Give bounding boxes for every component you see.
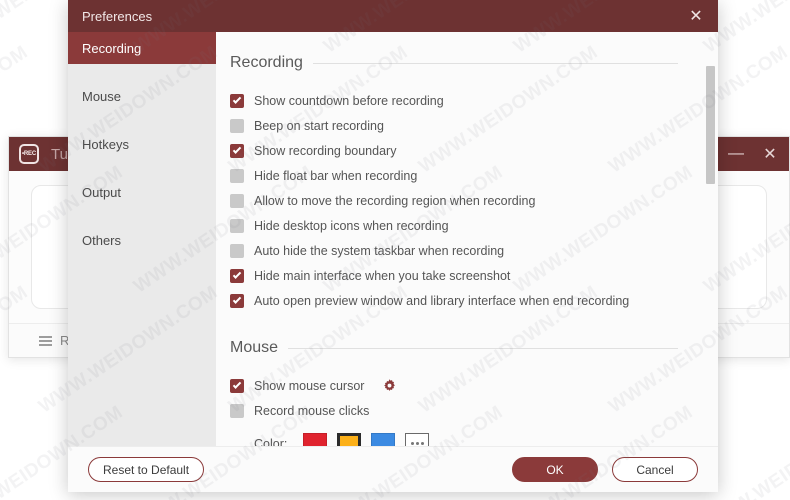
checkbox-label: Record mouse clicks — [254, 403, 370, 418]
checkbox-checked-icon[interactable] — [230, 378, 244, 393]
sidebar-item-label: Others — [82, 232, 122, 248]
dialog-main: Recording Mouse Hotkeys Output Others Record… — [68, 32, 718, 446]
checkbox-checked-icon[interactable] — [230, 268, 244, 283]
checkbox-label: Hide main interface when you take screen… — [254, 268, 511, 283]
section-divider — [312, 62, 678, 64]
checkbox-label: Allow to move the recording region when … — [254, 193, 536, 208]
checkbox-row[interactable]: Hide float bar when recording — [230, 163, 718, 188]
checkbox-checked-icon[interactable] — [230, 143, 244, 158]
rec-logo-icon: •REC — [19, 144, 39, 164]
checkbox-unchecked-icon[interactable] — [230, 168, 244, 183]
checkbox-label: Auto hide the system taskbar when record… — [254, 243, 505, 258]
sidebar-item-output[interactable]: Output — [68, 176, 216, 208]
preferences-dialog: Preferences ✕ Recording Mouse Hotkeys Outpu… — [68, 0, 718, 492]
close-button[interactable]: ✕ — [753, 137, 787, 171]
checkbox-row[interactable]: Allow to move the recording region when … — [230, 188, 718, 213]
checkbox-row[interactable]: Show countdown before recording — [230, 88, 718, 113]
checkbox-row[interactable]: Beep on start recording — [230, 113, 718, 138]
checkbox-label: Show recording boundary — [254, 143, 397, 158]
checkbox-row[interactable]: Auto open preview window and library int… — [230, 288, 718, 313]
color-picker-row: Color: — [230, 433, 718, 446]
checkbox-row[interactable]: Hide desktop icons when recording — [230, 213, 718, 238]
checkbox-label: Show mouse cursor — [254, 378, 365, 393]
dialog-content: Recording Show countdown before recording… — [216, 32, 718, 446]
ok-button[interactable]: OK — [512, 457, 598, 482]
checkbox-unchecked-icon[interactable] — [230, 403, 244, 418]
checkbox-row[interactable]: Record mouse clicks — [230, 398, 718, 423]
sidebar-item-mouse[interactable]: Mouse — [68, 80, 216, 112]
reset-to-default-button[interactable]: Reset to Default — [88, 457, 205, 482]
check-mark-icon — [232, 294, 242, 304]
checkbox-unchecked-icon[interactable] — [230, 193, 244, 208]
background-window-title: Tu — [51, 145, 68, 163]
section-title: Mouse — [230, 339, 279, 356]
checkbox-unchecked-icon[interactable] — [230, 243, 244, 258]
checkbox-label: Beep on start recording — [254, 118, 384, 133]
sidebar-item-label: Mouse — [82, 88, 122, 104]
checkbox-unchecked-icon[interactable] — [230, 118, 244, 133]
sidebar-item-label: Recording — [82, 40, 142, 56]
dialog-sidebar: Recording Mouse Hotkeys Output Others — [68, 32, 216, 446]
checkbox-label: Hide float bar when recording — [254, 168, 418, 183]
checkbox-row[interactable]: Show recording boundary — [230, 138, 718, 163]
checkbox-label: Show countdown before recording — [254, 93, 444, 108]
check-mark-icon — [232, 269, 242, 279]
more-colors-button[interactable] — [405, 433, 430, 446]
dialog-titlebar: Preferences ✕ — [68, 0, 718, 32]
color-swatch-orange[interactable] — [337, 433, 362, 446]
dialog-title: Preferences — [82, 8, 153, 24]
settings-sections: Recording Show countdown before recording… — [230, 54, 718, 446]
checkbox-checked-icon[interactable] — [230, 293, 244, 308]
minimize-button[interactable]: — — [719, 137, 753, 171]
sidebar-item-label: Output — [82, 184, 122, 200]
dialog-footer: Reset to Default OK Cancel — [68, 446, 718, 492]
check-mark-icon — [232, 144, 242, 154]
color-swatch-blue[interactable] — [371, 433, 396, 446]
scrollbar-thumb[interactable] — [706, 66, 715, 184]
sidebar-item-hotkeys[interactable]: Hotkeys — [68, 128, 216, 160]
gear-icon[interactable] — [382, 378, 397, 393]
check-mark-icon — [232, 94, 242, 104]
section-title: Recording — [230, 54, 303, 71]
sidebar-item-label: Hotkeys — [82, 136, 129, 152]
checkbox-checked-icon[interactable] — [230, 93, 244, 108]
section-header-recording: Recording — [230, 54, 718, 72]
section-divider — [288, 347, 678, 349]
checkbox-unchecked-icon[interactable] — [230, 218, 244, 233]
sidebar-item-recording[interactable]: Recording — [68, 32, 216, 64]
check-mark-icon — [232, 379, 242, 389]
checkbox-row[interactable]: Auto hide the system taskbar when record… — [230, 238, 718, 263]
checkbox-label: Hide desktop icons when recording — [254, 218, 449, 233]
section-header-mouse: Mouse — [230, 339, 718, 357]
color-label: Color: — [254, 436, 288, 447]
checkbox-row[interactable]: Hide main interface when you take screen… — [230, 263, 718, 288]
dialog-close-icon[interactable]: ✕ — [674, 0, 718, 32]
sidebar-item-others[interactable]: Others — [68, 224, 216, 256]
color-swatch-red[interactable] — [303, 433, 328, 446]
cancel-button[interactable]: Cancel — [612, 457, 698, 482]
gear-icon-svg — [384, 379, 396, 391]
list-icon — [39, 335, 52, 346]
checkbox-row[interactable]: Show mouse cursor — [230, 373, 718, 398]
content-scrollbar[interactable] — [706, 32, 715, 446]
checkbox-label: Auto open preview window and library int… — [254, 293, 630, 308]
